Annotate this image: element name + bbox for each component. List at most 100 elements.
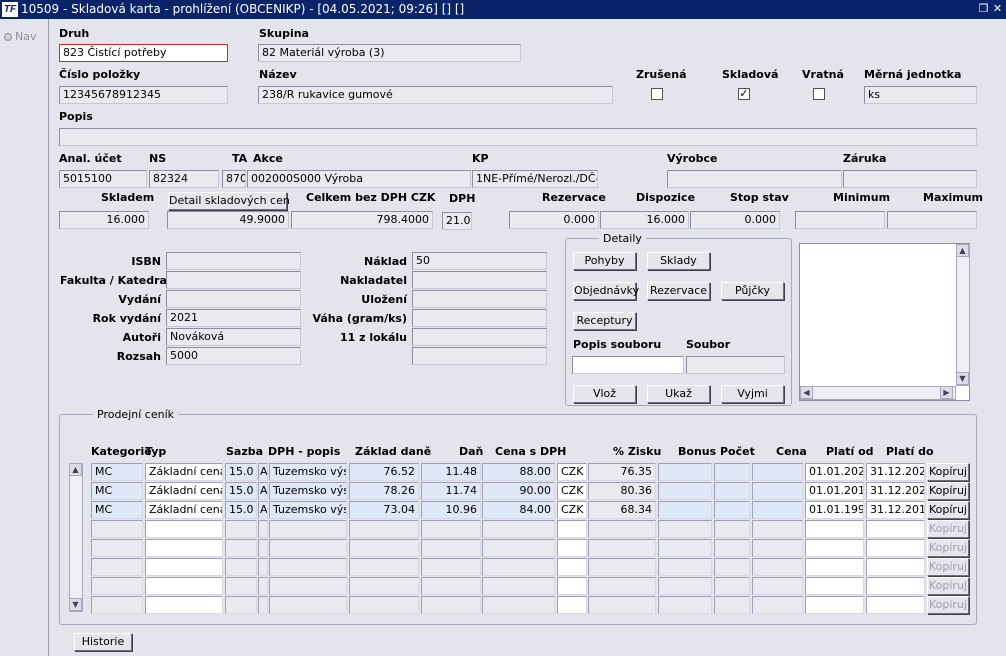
cell-pocet[interactable]: [714, 596, 750, 614]
soubor-field[interactable]: [686, 356, 785, 374]
isbn-field[interactable]: [166, 252, 301, 270]
nakladatel-field[interactable]: [412, 271, 547, 289]
cell-zisk[interactable]: 80.36: [588, 482, 656, 500]
cell-dan[interactable]: [421, 520, 481, 538]
zaruka-field[interactable]: [843, 170, 977, 188]
anal-field[interactable]: 5015100: [59, 170, 147, 188]
cell-cena[interactable]: [752, 463, 803, 481]
cell-cena-dph[interactable]: [482, 596, 555, 614]
vaha-field[interactable]: [412, 309, 547, 327]
cell-bonus[interactable]: [658, 463, 712, 481]
cell-pocet[interactable]: [714, 482, 750, 500]
cell-sazba[interactable]: [225, 577, 257, 595]
cell-do[interactable]: 31.12.2014: [866, 501, 925, 519]
scroll-up-icon[interactable]: ▲: [956, 244, 969, 257]
cell-dan[interactable]: 11.74: [421, 482, 481, 500]
cell-pocet[interactable]: [714, 520, 750, 538]
rezervace-field[interactable]: 0.000: [509, 211, 599, 229]
skladova-checkbox[interactable]: ✓: [738, 88, 750, 100]
cell-sazba[interactable]: 15.0: [225, 501, 257, 519]
cell-bonus[interactable]: [658, 577, 712, 595]
cell-dph-code[interactable]: [258, 577, 268, 595]
pujcky-button[interactable]: Půjčky: [721, 282, 784, 300]
naklad-field[interactable]: 50: [412, 252, 547, 270]
cell-dph-popis[interactable]: Tuzemsko výst: [269, 463, 347, 481]
cell-typ[interactable]: [145, 558, 223, 576]
cell-zaklad[interactable]: [349, 577, 419, 595]
cell-dph-popis[interactable]: [269, 577, 347, 595]
cell-od[interactable]: [805, 539, 864, 557]
cell-od[interactable]: 01.01.1990: [805, 501, 864, 519]
cell-sazba[interactable]: [225, 596, 257, 614]
vyrobce-field[interactable]: [667, 170, 842, 188]
skupina-field[interactable]: 82 Materiál výroba (3): [258, 44, 521, 62]
cell-zisk[interactable]: [588, 596, 656, 614]
cell-dan[interactable]: [421, 577, 481, 595]
cell-sazba[interactable]: 15.0: [225, 463, 257, 481]
vratna-checkbox[interactable]: [813, 88, 825, 100]
cell-typ[interactable]: [145, 520, 223, 538]
table-scroll-up-icon[interactable]: ▲: [69, 463, 82, 476]
cell-dph-popis[interactable]: Tuzemsko výst: [269, 482, 347, 500]
copy-row-button[interactable]: Kopíruj: [927, 520, 969, 538]
druh-field[interactable]: 823 Čistící potřeby: [59, 44, 228, 62]
rozsah-field[interactable]: 5000: [166, 347, 301, 365]
cell-zisk[interactable]: 76.35: [588, 463, 656, 481]
cell-od[interactable]: 01.01.2021: [805, 463, 864, 481]
cell-do[interactable]: [866, 577, 925, 595]
cell-dph-code[interactable]: [258, 558, 268, 576]
cell-typ[interactable]: Základní cena: [145, 501, 223, 519]
fakulta-field[interactable]: [166, 271, 301, 289]
cell-dph-popis[interactable]: [269, 596, 347, 614]
cell-pocet[interactable]: [714, 577, 750, 595]
cell-zisk[interactable]: [588, 577, 656, 595]
cell-typ[interactable]: Základní cena: [145, 482, 223, 500]
cell-do[interactable]: [866, 596, 925, 614]
ulozeni-field[interactable]: [412, 290, 547, 308]
minimum-field[interactable]: [795, 211, 885, 229]
cislo-field[interactable]: 12345678912345: [59, 86, 228, 104]
ta-field[interactable]: 870: [222, 170, 246, 188]
cell-zisk[interactable]: [588, 539, 656, 557]
sklady-button[interactable]: Sklady: [647, 252, 710, 270]
rok-field[interactable]: 2021: [166, 309, 301, 327]
restore-icon[interactable]: ❐: [977, 3, 990, 15]
copy-row-button[interactable]: Kopíruj: [927, 596, 969, 614]
cell-zisk[interactable]: 68.34: [588, 501, 656, 519]
cell-dan[interactable]: 11.48: [421, 463, 481, 481]
cell-mena[interactable]: [557, 577, 587, 595]
cell-mena[interactable]: CZK: [557, 501, 587, 519]
cell-dph-code[interactable]: [258, 596, 268, 614]
cell-zisk[interactable]: [588, 520, 656, 538]
cell-sazba[interactable]: [225, 558, 257, 576]
copy-row-button[interactable]: Kopíruj: [927, 501, 969, 519]
cell-dan[interactable]: [421, 558, 481, 576]
cell-dph-code[interactable]: [258, 539, 268, 557]
file-preview[interactable]: [799, 243, 970, 401]
cell-pocet[interactable]: [714, 539, 750, 557]
cell-dph-code[interactable]: A: [258, 463, 268, 481]
pricelist-vscroll[interactable]: [69, 463, 83, 612]
cell-dph-code[interactable]: A: [258, 482, 268, 500]
cell-dph-popis[interactable]: [269, 558, 347, 576]
cell-cena[interactable]: [752, 482, 803, 500]
cell-od[interactable]: [805, 558, 864, 576]
scroll-right-icon[interactable]: ▶: [940, 386, 953, 399]
cell-od[interactable]: 01.01.2015: [805, 482, 864, 500]
copy-row-button[interactable]: Kopíruj: [927, 482, 969, 500]
cell-cena-dph[interactable]: 84.00: [482, 501, 555, 519]
copy-row-button[interactable]: Kopíruj: [927, 577, 969, 595]
cell-dph-popis[interactable]: [269, 539, 347, 557]
cell-od[interactable]: [805, 520, 864, 538]
cell-cena[interactable]: [752, 577, 803, 595]
cell-kategorie[interactable]: MC: [91, 482, 143, 500]
cell-kategorie[interactable]: [91, 558, 143, 576]
lokal-field[interactable]: [412, 328, 547, 346]
cell-dan[interactable]: [421, 539, 481, 557]
cell-bonus[interactable]: [658, 482, 712, 500]
cell-sazba[interactable]: [225, 539, 257, 557]
cell-mena[interactable]: [557, 520, 587, 538]
cell-do[interactable]: 31.12.2021: [866, 463, 925, 481]
cell-do[interactable]: [866, 558, 925, 576]
cell-mena[interactable]: [557, 596, 587, 614]
